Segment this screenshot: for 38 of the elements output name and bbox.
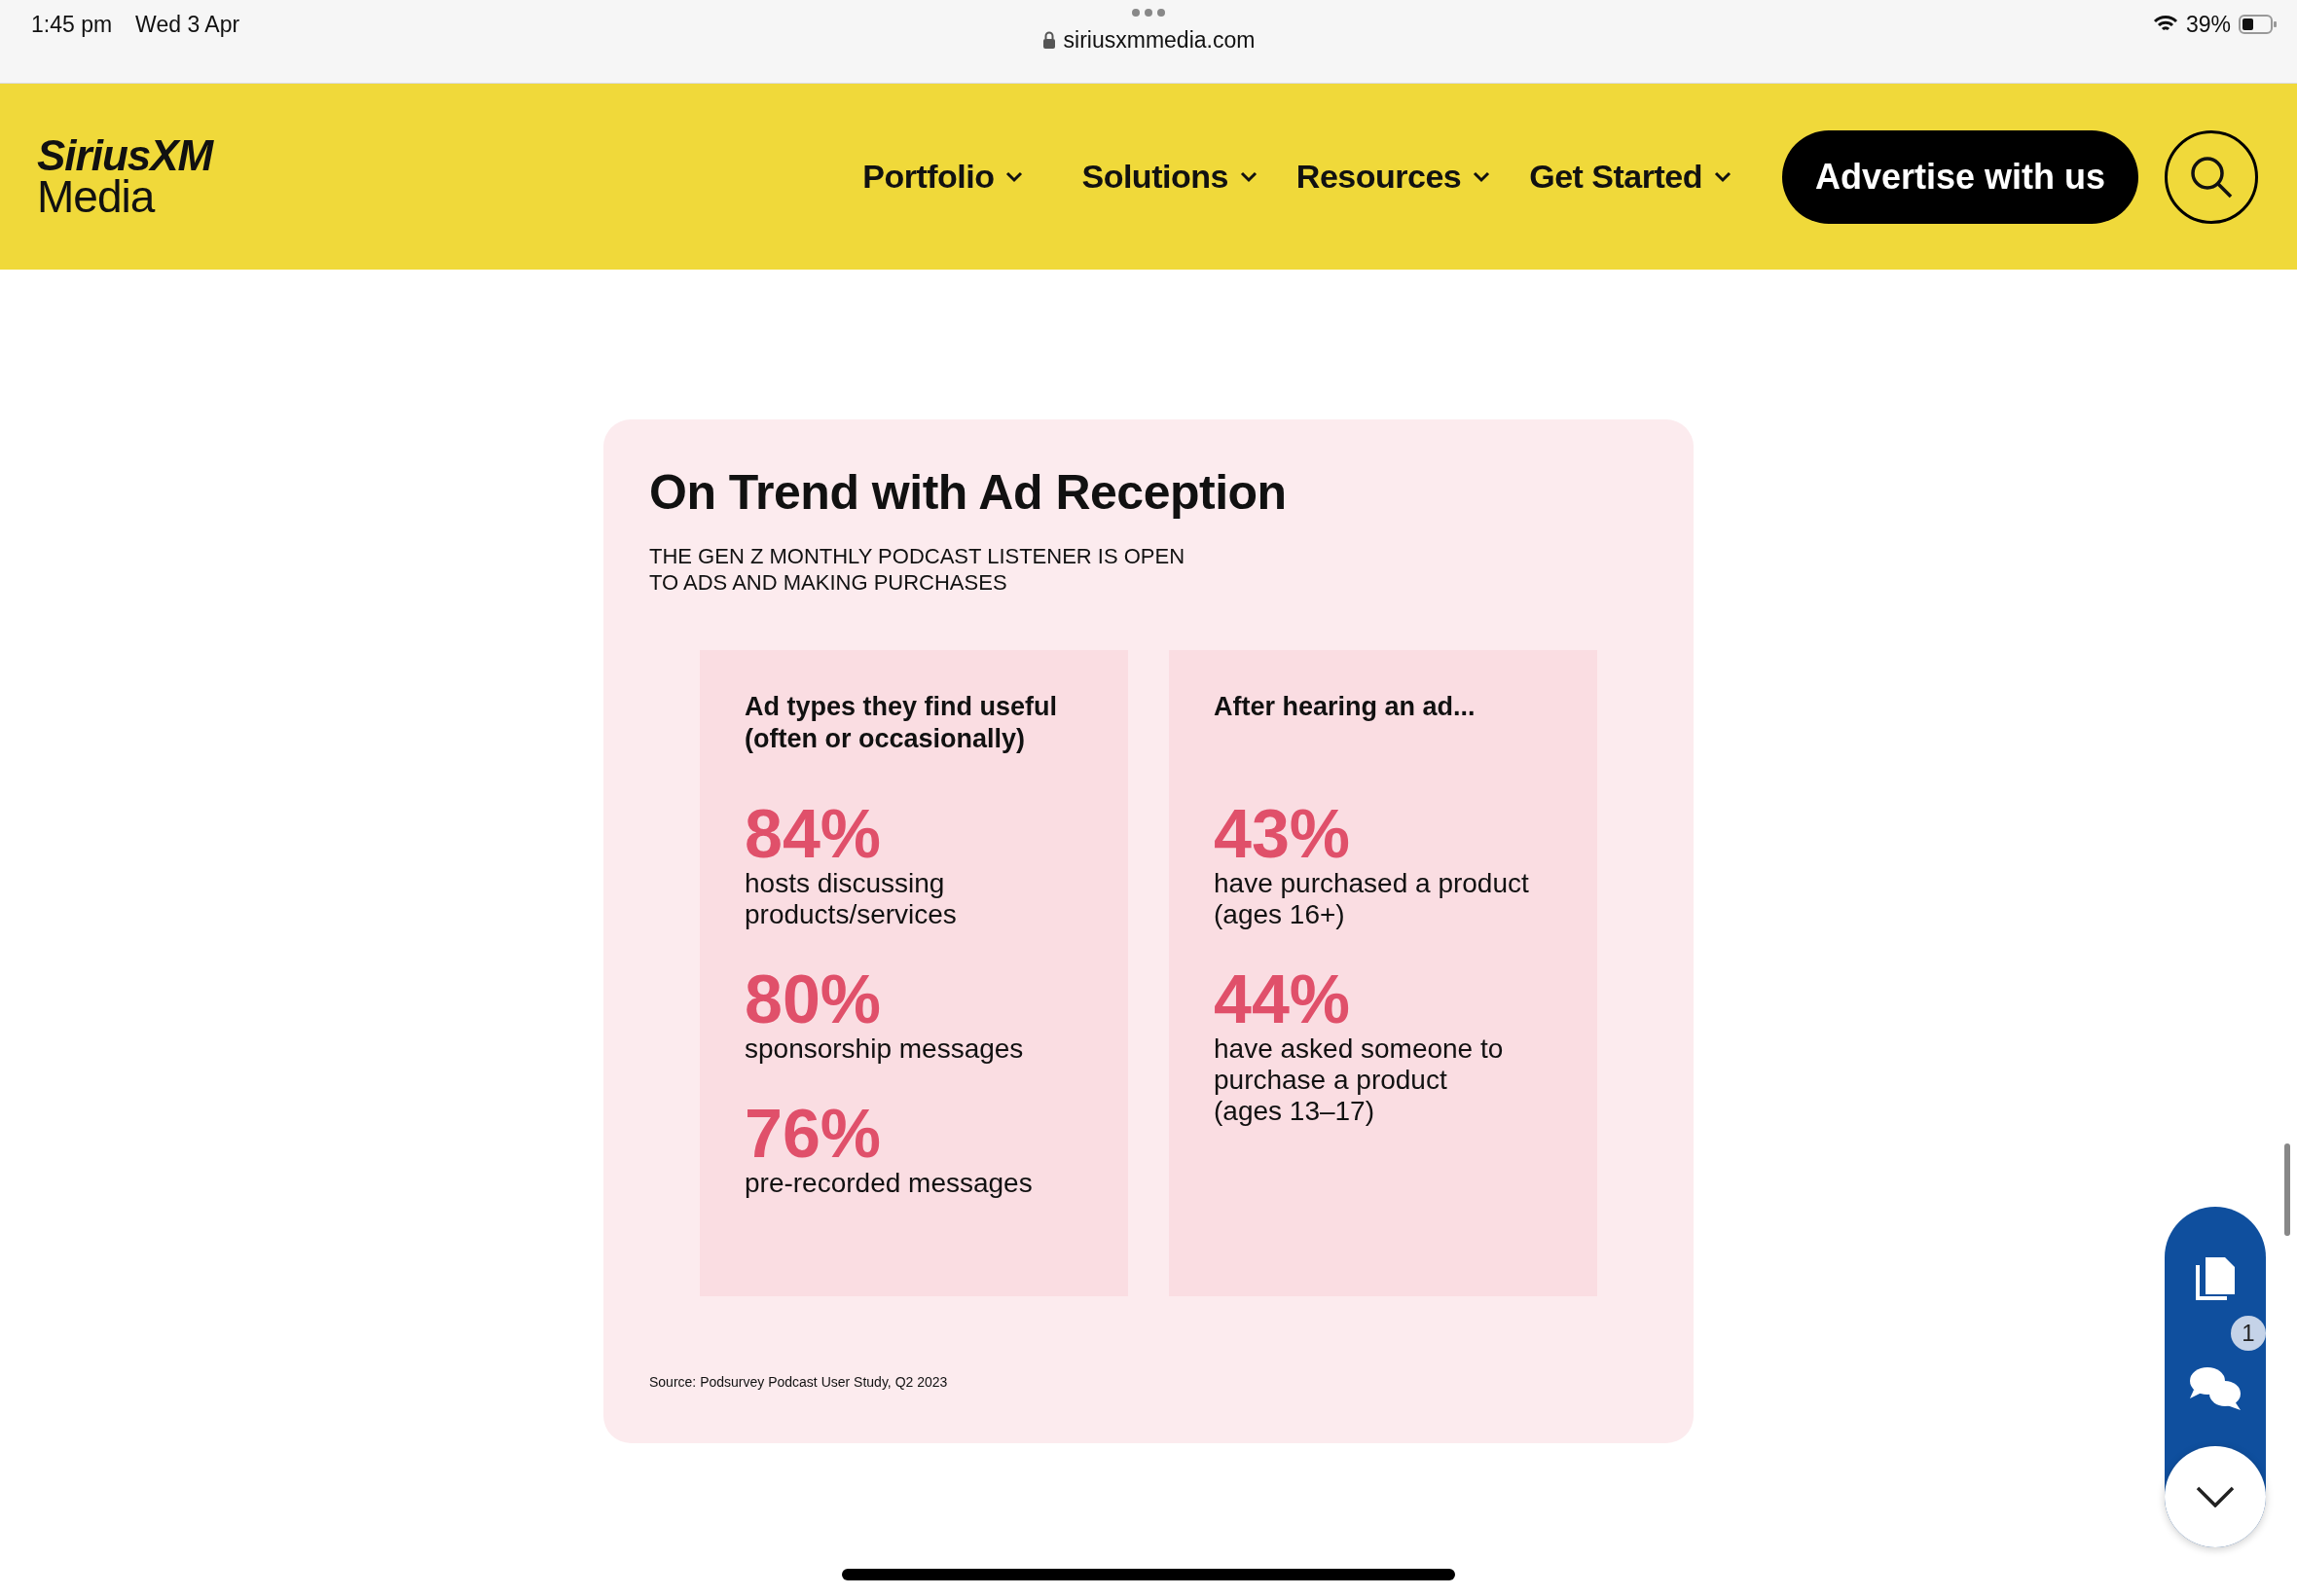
url-text[interactable]: siriusxmmedia.com	[1063, 23, 1256, 57]
card-subtitle: THE GEN Z MONTHLY PODCAST LISTENER IS OPEN TO ADS AND MAKING PURCHASES	[649, 543, 1186, 596]
stat-caption: sponsorship messages	[745, 1034, 1025, 1065]
chevron-down-icon	[1473, 170, 1491, 183]
search-icon	[2189, 154, 2234, 200]
advertise-button[interactable]: Advertise with us	[1782, 129, 2138, 224]
chevron-down-icon	[1239, 170, 1258, 183]
stat-value: 80%	[745, 965, 883, 1034]
search-button[interactable]	[2165, 129, 2258, 224]
stat-value: 76%	[745, 1100, 883, 1168]
source-note: Source: Podsurvey Podcast User Study, Q2 2023	[649, 1373, 949, 1392]
panel-heading: After hearing an ad...	[1214, 691, 1477, 723]
more-dots-icon	[1131, 8, 1166, 18]
stat-value: 84%	[745, 800, 883, 868]
nav-menu-item[interactable]: Portfolio	[862, 152, 1024, 201]
stat-caption: have purchased a product (ages 16+)	[1214, 868, 1530, 930]
status-date: Wed 3 Apr	[135, 11, 240, 39]
panel-heading: Ad types they find useful (often or occasionally)	[745, 691, 1059, 755]
chevron-down-icon	[1714, 170, 1732, 183]
logo-text[interactable]: SiriusXM	[37, 135, 213, 175]
stat-caption: pre-recorded messages	[745, 1168, 1034, 1199]
lock-icon	[1041, 31, 1056, 50]
logo-text[interactable]: Media	[37, 174, 213, 218]
nav-menu-item[interactable]: Solutions	[1081, 152, 1258, 201]
collapse-button[interactable]	[2165, 1446, 2266, 1547]
card-title: On Trend with Ad Reception	[649, 464, 1288, 522]
status-time: 1:45 pm	[31, 11, 113, 39]
chevron-down-icon	[1005, 170, 1024, 183]
stat-caption: hosts discussing products/services	[745, 868, 958, 930]
nav-menu-item[interactable]: Resources	[1295, 152, 1491, 201]
battery-percent: 39%	[2185, 11, 2231, 39]
notification-badge: 1	[2231, 1316, 2266, 1351]
chevron-down-icon	[2196, 1486, 2235, 1507]
stat-caption: have asked someone to purchase a product (ages 13–17)	[1214, 1034, 1505, 1127]
battery-icon	[2239, 14, 2278, 36]
stat-value: 43%	[1214, 800, 1352, 868]
nav-menu-item[interactable]: Get Started	[1529, 152, 1732, 201]
stat-value: 44%	[1214, 965, 1352, 1034]
